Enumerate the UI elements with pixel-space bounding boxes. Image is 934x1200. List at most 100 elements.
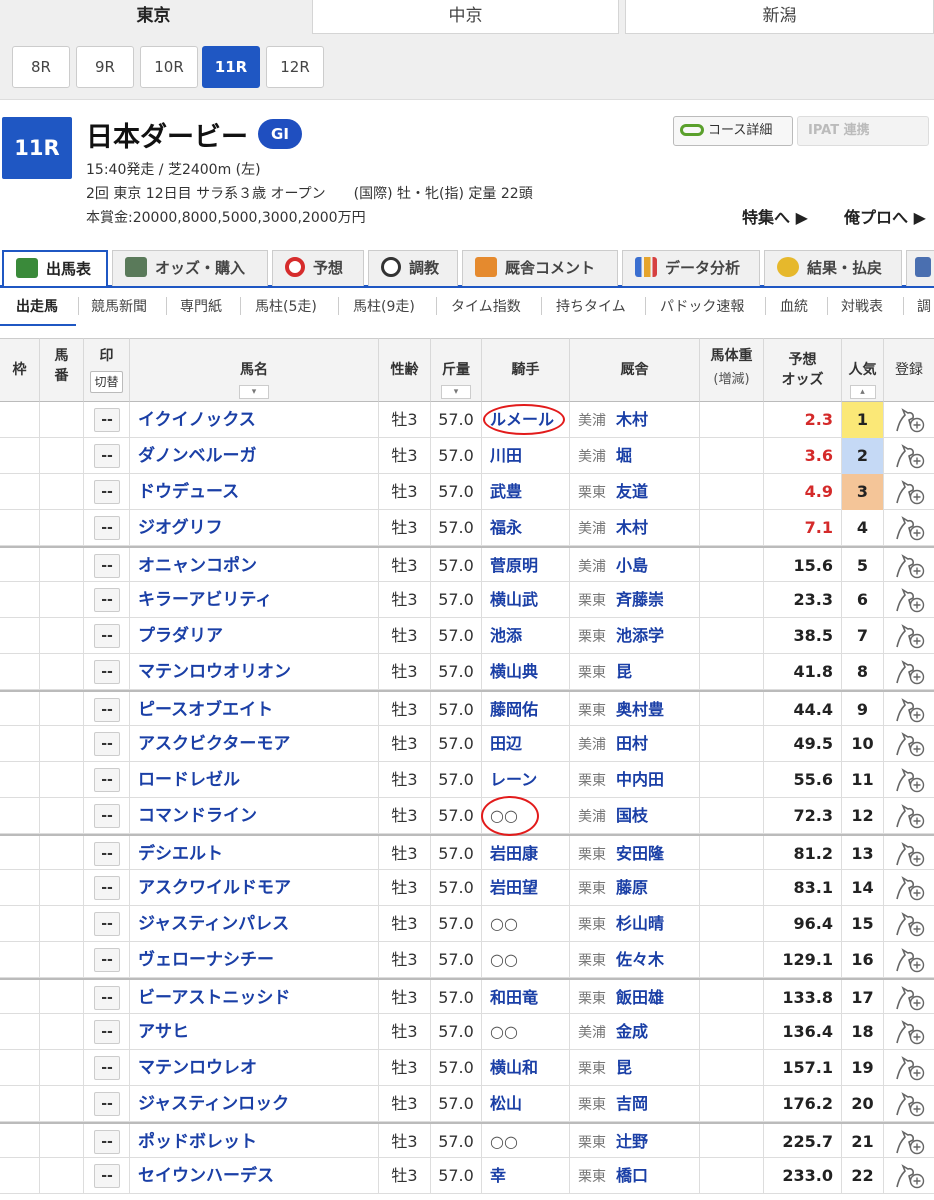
mark-toggle-button[interactable]: 切替 (90, 371, 123, 393)
mark-select-button[interactable]: -- (94, 986, 120, 1010)
jockey-link[interactable]: 福永 (482, 510, 570, 546)
mark-select-button[interactable]: -- (94, 1092, 120, 1116)
header-horse[interactable]: 馬名 ▾ (130, 338, 379, 402)
horse-name-link[interactable]: アスクワイルドモア (130, 870, 379, 906)
jockey-link[interactable]: 岩田望 (482, 870, 570, 906)
register-horse-icon[interactable] (893, 1161, 927, 1191)
horse-name-link[interactable]: オニャンコポン (130, 548, 379, 584)
mark-select-button[interactable]: -- (94, 1164, 120, 1188)
horse-name-link[interactable]: ジャスティンロック (130, 1086, 379, 1122)
jockey-link[interactable]: 岩田康 (482, 836, 570, 872)
register-horse-icon[interactable] (893, 695, 927, 725)
register-horse-icon[interactable] (893, 873, 927, 903)
mark-select-button[interactable]: -- (94, 804, 120, 828)
jockey-link[interactable]: 藤岡佑 (482, 692, 570, 728)
tab-results-payout[interactable]: 結果・払戻 (764, 250, 902, 286)
register-horse-icon[interactable] (893, 1017, 927, 1047)
venue-tab-chukyo[interactable]: 中京 (312, 0, 619, 34)
tab-data-analysis[interactable]: データ分析 (622, 250, 760, 286)
mark-select-button[interactable]: -- (94, 1020, 120, 1044)
subtab-paddock[interactable]: パドック速報 (660, 296, 744, 316)
trainer-link[interactable]: 木村 (616, 518, 648, 537)
horse-name-link[interactable]: キラーアビリティ (130, 582, 379, 618)
horse-name-link[interactable]: ジャスティンパレス (130, 906, 379, 942)
horse-name-link[interactable]: ジオグリフ (130, 510, 379, 546)
horse-name-link[interactable]: ピースオブエイト (130, 692, 379, 728)
jockey-link[interactable]: レーン (482, 762, 570, 798)
race-tab-12r[interactable]: 12R (266, 46, 324, 88)
trainer-link[interactable]: 堀 (616, 446, 632, 465)
register-horse-icon[interactable] (893, 839, 927, 869)
course-detail-button[interactable]: コース詳細 (673, 116, 793, 146)
subtab-pillar-9[interactable]: 馬柱(9走) (353, 296, 415, 316)
horse-name-link[interactable]: セイウンハーデス (130, 1158, 379, 1194)
jockey-link[interactable]: 松山 (482, 1086, 570, 1122)
jockey-link[interactable]: 横山和 (482, 1050, 570, 1086)
mark-select-button[interactable]: -- (94, 624, 120, 648)
register-horse-icon[interactable] (893, 801, 927, 831)
race-tab-8r[interactable]: 8R (12, 46, 70, 88)
subtab-time-index[interactable]: タイム指数 (451, 296, 521, 316)
mark-select-button[interactable]: -- (94, 1056, 120, 1080)
header-weight[interactable]: 斤量 ▾ (431, 338, 482, 402)
trainer-link[interactable]: 藤原 (616, 878, 648, 897)
mark-select-button[interactable]: -- (94, 732, 120, 756)
jockey-link[interactable]: 武豊 (482, 474, 570, 510)
register-horse-icon[interactable] (893, 1089, 927, 1119)
horse-name-link[interactable]: ポッドボレット (130, 1124, 379, 1160)
subtab-newspaper[interactable]: 競馬新聞 (91, 296, 147, 316)
tab-more[interactable] (906, 250, 934, 286)
mark-select-button[interactable]: -- (94, 948, 120, 972)
horse-name-link[interactable]: デシエルト (130, 836, 379, 872)
trainer-link[interactable]: 安田隆 (616, 844, 664, 863)
tab-training[interactable]: 調教 (368, 250, 458, 286)
register-horse-icon[interactable] (893, 729, 927, 759)
venue-tab-niigata[interactable]: 新潟 (625, 0, 934, 34)
mark-select-button[interactable]: -- (94, 1130, 120, 1154)
race-tab-10r[interactable]: 10R (140, 46, 198, 88)
horse-name-link[interactable]: ロードレゼル (130, 762, 379, 798)
horse-name-link[interactable]: コマンドライン (130, 798, 379, 834)
trainer-link[interactable]: 飯田雄 (616, 988, 664, 1007)
sort-chevron-icon[interactable]: ▴ (849, 385, 876, 399)
mark-select-button[interactable]: -- (94, 444, 120, 468)
horse-name-link[interactable]: アスクビクターモア (130, 726, 379, 762)
trainer-link[interactable]: 辻野 (616, 1132, 648, 1151)
register-horse-icon[interactable] (893, 477, 927, 507)
trainer-link[interactable]: 杉山晴 (616, 914, 664, 933)
horse-name-link[interactable]: ビーアストニッシド (130, 980, 379, 1016)
pro-prediction-link[interactable]: 俺プロへ ▶ (844, 204, 926, 228)
trainer-link[interactable]: 奥村豊 (616, 700, 664, 719)
trainer-link[interactable]: 友道 (616, 482, 648, 501)
register-horse-icon[interactable] (893, 1053, 927, 1083)
tab-odds-purchase[interactable]: オッズ・購入 (112, 250, 268, 286)
trainer-link[interactable]: 木村 (616, 410, 648, 429)
jockey-link[interactable]: 横山武 (482, 582, 570, 618)
subtab-matchup[interactable]: 対戦表 (841, 296, 883, 316)
mark-select-button[interactable]: -- (94, 408, 120, 432)
horse-name-link[interactable]: アサヒ (130, 1014, 379, 1050)
subtab-runners[interactable]: 出走馬 (16, 296, 58, 316)
trainer-link[interactable]: 池添学 (616, 626, 664, 645)
header-odds[interactable]: 予想 オッズ (764, 338, 842, 402)
trainer-link[interactable]: 昆 (616, 662, 632, 681)
mark-select-button[interactable]: -- (94, 876, 120, 900)
trainer-link[interactable]: 中内田 (616, 770, 664, 789)
jockey-link[interactable]: 川田 (482, 438, 570, 474)
mark-select-button[interactable]: -- (94, 516, 120, 540)
register-horse-icon[interactable] (893, 1127, 927, 1157)
trainer-link[interactable]: 昆 (616, 1058, 632, 1077)
jockey-link[interactable]: 和田竜 (482, 980, 570, 1016)
horse-name-link[interactable]: ヴェローナシチー (130, 942, 379, 978)
sort-chevron-icon[interactable]: ▾ (239, 385, 269, 399)
register-horse-icon[interactable] (893, 945, 927, 975)
mark-select-button[interactable]: -- (94, 912, 120, 936)
horse-name-link[interactable]: イクイノックス (130, 402, 379, 438)
mark-select-button[interactable]: -- (94, 480, 120, 504)
mark-select-button[interactable]: -- (94, 588, 120, 612)
horse-name-link[interactable]: ドウデュース (130, 474, 379, 510)
register-horse-icon[interactable] (893, 983, 927, 1013)
header-popularity[interactable]: 人気 ▴ (842, 338, 884, 402)
subtab-best-time[interactable]: 持ちタイム (556, 296, 626, 316)
register-horse-icon[interactable] (893, 513, 927, 543)
